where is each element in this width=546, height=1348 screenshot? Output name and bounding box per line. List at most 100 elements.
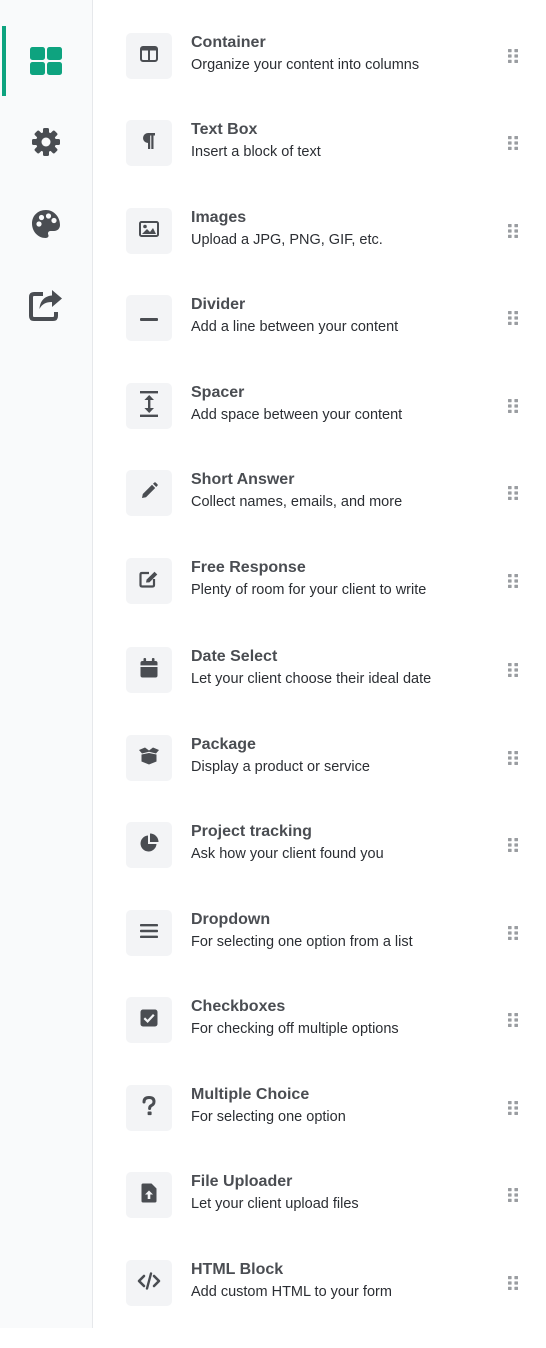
- block-item-images[interactable]: Images Upload a JPG, PNG, GIF, etc.: [93, 208, 546, 296]
- block-item-multiple-choice[interactable]: Multiple Choice For selecting one option: [93, 1085, 546, 1173]
- list-icon: [140, 923, 158, 944]
- block-description: Upload a JPG, PNG, GIF, etc.: [191, 232, 383, 248]
- sidebar-item-share[interactable]: [0, 270, 92, 340]
- drag-handle-icon[interactable]: [507, 223, 519, 239]
- block-description: For checking off multiple options: [191, 1021, 399, 1037]
- block-description: For selecting one option: [191, 1109, 346, 1125]
- block-icon-box: [126, 33, 172, 79]
- block-title: Project tracking: [191, 823, 312, 840]
- block-title: Divider: [191, 296, 246, 313]
- block-icon-box: [126, 470, 172, 516]
- block-item-container[interactable]: Container Organize your content into col…: [93, 33, 546, 121]
- palette-icon: [30, 208, 62, 240]
- block-title: Spacer: [191, 384, 245, 401]
- block-item-file-uploader[interactable]: File Uploader Let your client upload fil…: [93, 1172, 546, 1260]
- block-description: Let your client upload files: [191, 1196, 359, 1212]
- block-icon-box: [126, 822, 172, 868]
- block-description: Insert a block of text: [191, 144, 321, 160]
- block-icon-box: [126, 1260, 172, 1306]
- drag-handle-icon[interactable]: [507, 1275, 519, 1291]
- blocks-grid-icon: [30, 47, 62, 75]
- block-item-text-box[interactable]: Text Box Insert a block of text: [93, 120, 546, 208]
- drag-handle-icon[interactable]: [507, 1012, 519, 1028]
- checkbox-icon: [140, 1009, 158, 1032]
- paragraph-icon: [142, 132, 156, 154]
- pencil-icon: [140, 481, 158, 505]
- sidebar-item-theme[interactable]: [0, 189, 92, 259]
- block-title: Container: [191, 34, 266, 51]
- block-description: Add custom HTML to your form: [191, 1284, 392, 1300]
- block-description: Let your client choose their ideal date: [191, 671, 432, 687]
- block-icon-box: [126, 910, 172, 956]
- block-item-package[interactable]: Package Display a product or service: [93, 735, 546, 823]
- block-title: Images: [191, 209, 247, 226]
- calendar-icon: [140, 657, 158, 683]
- drag-handle-icon[interactable]: [507, 310, 519, 326]
- sidebar: [0, 0, 93, 1328]
- block-description: Collect names, emails, and more: [191, 494, 403, 510]
- block-item-dropdown[interactable]: Dropdown For selecting one option from a…: [93, 910, 546, 998]
- block-title: Package: [191, 736, 256, 753]
- blocks-list: Container Organize your content into col…: [93, 0, 546, 1328]
- block-title: Date Select: [191, 648, 278, 665]
- drag-handle-icon[interactable]: [507, 837, 519, 853]
- block-description: Organize your content into columns: [191, 57, 420, 73]
- sidebar-item-blocks[interactable]: [0, 26, 92, 96]
- block-description: Plenty of room for your client to write: [191, 582, 427, 598]
- file-upload-icon: [141, 1183, 157, 1208]
- block-item-html-block[interactable]: HTML Block Add custom HTML to your form: [93, 1260, 546, 1348]
- block-item-divider[interactable]: Divider Add a line between your content: [93, 295, 546, 383]
- block-item-project-tracking[interactable]: Project tracking Ask how your client fou…: [93, 822, 546, 910]
- block-icon-box: [126, 647, 172, 693]
- box-open-icon: [138, 747, 160, 770]
- drag-handle-icon[interactable]: [507, 750, 519, 766]
- drag-handle-icon[interactable]: [507, 1187, 519, 1203]
- drag-handle-icon[interactable]: [507, 48, 519, 64]
- block-description: Ask how your client found you: [191, 846, 384, 862]
- question-icon: [142, 1095, 156, 1121]
- pie-chart-icon: [139, 833, 159, 858]
- block-item-free-response[interactable]: Free Response Plenty of room for your cl…: [93, 558, 546, 646]
- block-item-date-select[interactable]: Date Select Let your client choose their…: [93, 647, 546, 735]
- block-title: Short Answer: [191, 471, 295, 488]
- edit-icon: [139, 570, 159, 593]
- divider-icon: [140, 309, 158, 327]
- container-icon: [140, 45, 158, 67]
- block-icon-box: [126, 997, 172, 1043]
- block-title: Text Box: [191, 121, 258, 138]
- block-icon-box: [126, 735, 172, 781]
- sidebar-item-settings[interactable]: [0, 107, 92, 177]
- block-icon-box: [126, 1172, 172, 1218]
- share-icon: [28, 288, 64, 322]
- block-title: Checkboxes: [191, 998, 286, 1015]
- drag-handle-icon[interactable]: [507, 573, 519, 589]
- block-item-checkboxes[interactable]: Checkboxes For checking off multiple opt…: [93, 997, 546, 1085]
- image-icon: [139, 220, 159, 242]
- block-description: Add space between your content: [191, 407, 403, 423]
- drag-handle-icon[interactable]: [507, 398, 519, 414]
- block-icon-box: [126, 1085, 172, 1131]
- block-description: For selecting one option from a list: [191, 934, 413, 950]
- drag-handle-icon[interactable]: [507, 135, 519, 151]
- drag-handle-icon[interactable]: [507, 1100, 519, 1116]
- block-title: Free Response: [191, 559, 306, 576]
- block-icon-box: [126, 295, 172, 341]
- block-icon-box: [126, 383, 172, 429]
- spacer-icon: [139, 390, 159, 422]
- drag-handle-icon[interactable]: [507, 485, 519, 501]
- block-description: Add a line between your content: [191, 319, 399, 335]
- gear-icon: [31, 127, 61, 157]
- block-icon-box: [126, 558, 172, 604]
- block-item-spacer[interactable]: Spacer Add space between your content: [93, 383, 546, 471]
- drag-handle-icon[interactable]: [507, 662, 519, 678]
- code-icon: [137, 1271, 161, 1295]
- drag-handle-icon[interactable]: [507, 925, 519, 941]
- block-icon-box: [126, 208, 172, 254]
- block-title: File Uploader: [191, 1173, 293, 1190]
- block-title: Dropdown: [191, 911, 271, 928]
- block-description: Display a product or service: [191, 759, 370, 775]
- block-title: HTML Block: [191, 1261, 284, 1278]
- block-item-short-answer[interactable]: Short Answer Collect names, emails, and …: [93, 470, 546, 558]
- block-title: Multiple Choice: [191, 1086, 310, 1103]
- block-icon-box: [126, 120, 172, 166]
